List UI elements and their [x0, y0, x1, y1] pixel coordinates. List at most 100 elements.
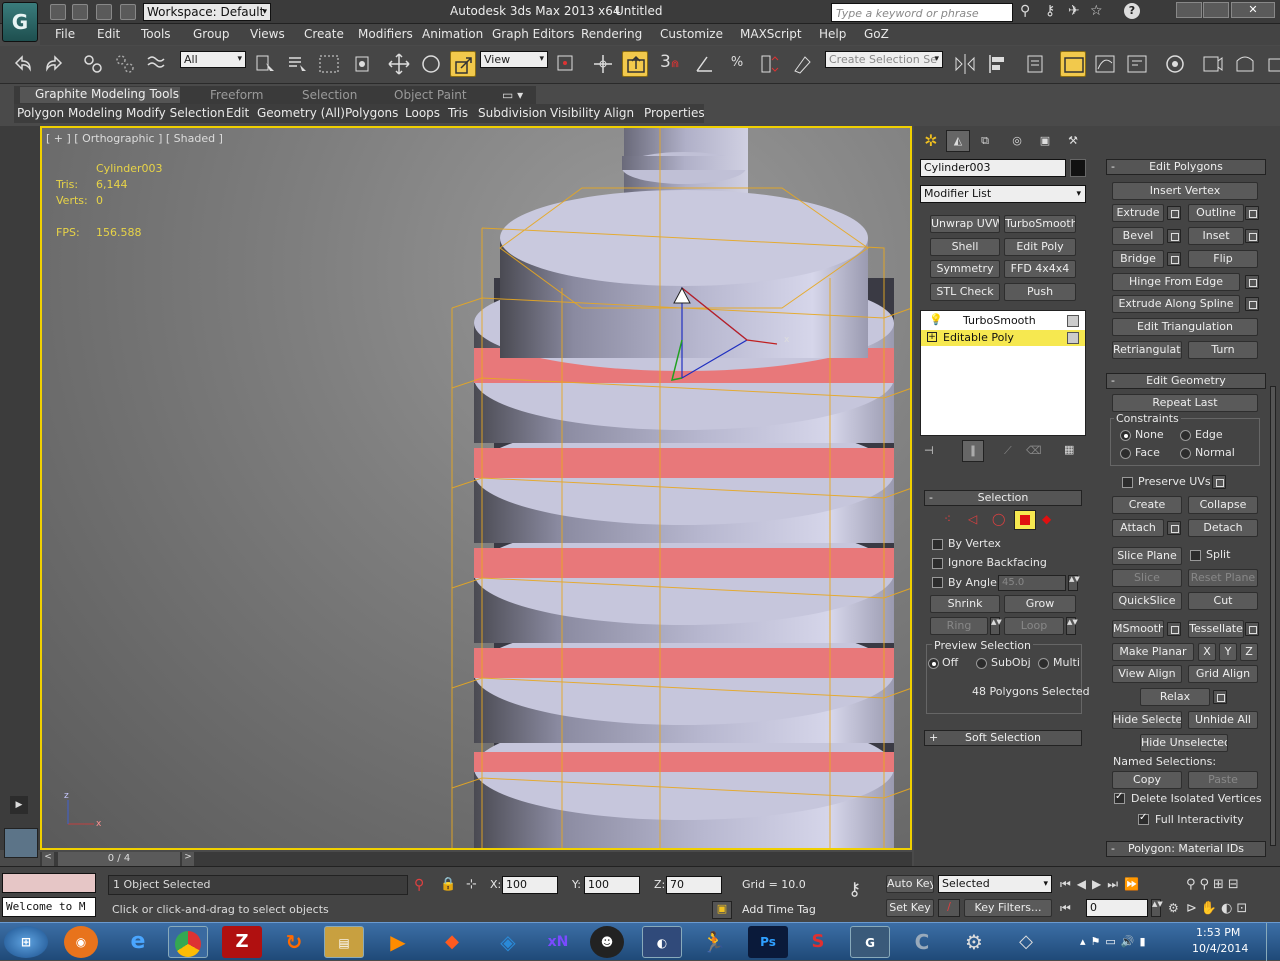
- preview-off-radio[interactable]: [928, 658, 939, 669]
- extrude-button[interactable]: Extrude: [1112, 204, 1164, 222]
- bevel-settings-icon[interactable]: [1167, 229, 1181, 243]
- shrink-button[interactable]: Shrink: [930, 595, 1000, 613]
- search-input[interactable]: Type a keyword or phrase: [831, 3, 1013, 22]
- c-app-icon[interactable]: C: [902, 926, 942, 958]
- repeat-last-button[interactable]: Repeat Last: [1112, 394, 1258, 412]
- photoshop-icon[interactable]: Ps: [748, 926, 788, 958]
- stack-item-turbosmooth[interactable]: 💡 TurboSmooth: [921, 313, 1085, 329]
- stack-toggle-icon[interactable]: [1067, 332, 1079, 344]
- set-key-button[interactable]: Set Key: [886, 899, 934, 917]
- motion-tab-icon[interactable]: ◎: [1006, 130, 1028, 152]
- detach-button[interactable]: Detach: [1188, 519, 1258, 537]
- viewport-pan-orbit-icons[interactable]: ⊳✋◐⊡: [1186, 901, 1251, 916]
- menu-help[interactable]: Help: [819, 27, 846, 41]
- extrude-settings-icon[interactable]: [1167, 206, 1181, 220]
- panel-subdivision[interactable]: Subdivision: [478, 106, 547, 120]
- menu-views[interactable]: Views: [250, 27, 285, 41]
- panel-tris[interactable]: Tris: [448, 106, 468, 120]
- workspace-selector[interactable]: Workspace: Default ▾: [143, 3, 271, 21]
- hinge-from-edge-button[interactable]: Hinge From Edge: [1112, 273, 1240, 291]
- align-icon[interactable]: [984, 51, 1010, 77]
- unity-icon[interactable]: ◇: [1006, 926, 1046, 958]
- constraint-face-radio[interactable]: [1120, 448, 1131, 459]
- inset-settings-icon[interactable]: [1245, 229, 1259, 243]
- insert-vertex-button[interactable]: Insert Vertex: [1112, 182, 1258, 200]
- current-frame-field[interactable]: 0: [1086, 899, 1148, 917]
- preserve-uvs-settings-icon[interactable]: [1212, 475, 1226, 489]
- menu-graph-editors[interactable]: Graph Editors: [492, 27, 574, 41]
- add-time-tag-label[interactable]: Add Time Tag: [742, 903, 816, 916]
- select-and-move-icon[interactable]: [386, 51, 412, 77]
- collapse-button[interactable]: Collapse: [1188, 496, 1258, 514]
- select-and-rotate-icon[interactable]: [418, 51, 444, 77]
- render-production-icon[interactable]: [1262, 51, 1280, 77]
- menu-modifiers[interactable]: Modifiers: [358, 27, 413, 41]
- preview-subobj-radio[interactable]: [976, 658, 987, 669]
- panel-align[interactable]: Align: [604, 106, 634, 120]
- steam-icon[interactable]: ⚙: [954, 926, 994, 958]
- zbrush-icon[interactable]: 🏃: [694, 926, 734, 958]
- element-mode-icon[interactable]: ◆: [1042, 512, 1051, 526]
- isolate-selection-icon[interactable]: ⚲: [414, 877, 424, 893]
- show-desktop-button[interactable]: [1266, 923, 1280, 961]
- border-mode-icon[interactable]: ◯: [992, 512, 1005, 526]
- hide-unselected-button[interactable]: Hide Unselected: [1140, 734, 1228, 752]
- slice-plane-button[interactable]: Slice Plane: [1112, 547, 1182, 565]
- quickslice-button[interactable]: QuickSlice: [1112, 592, 1182, 610]
- hinge-settings-icon[interactable]: [1245, 275, 1259, 289]
- ring-button[interactable]: Ring: [930, 617, 988, 635]
- constraint-edge-radio[interactable]: [1180, 430, 1191, 441]
- menu-file[interactable]: File: [55, 27, 75, 41]
- spinner-snap-icon[interactable]: [756, 51, 782, 77]
- edit-poly-button[interactable]: Edit Poly: [1004, 238, 1076, 256]
- pin-stack-icon[interactable]: ⊣: [924, 444, 934, 457]
- menu-group[interactable]: Group: [193, 27, 230, 41]
- key-mode-toggle-icon[interactable]: ⏮: [1060, 901, 1071, 916]
- sync-app-icon[interactable]: ↻: [274, 926, 314, 958]
- previous-frame-button[interactable]: <: [42, 852, 54, 866]
- modify-tab-icon[interactable]: ◭: [946, 130, 970, 152]
- time-configuration-icon[interactable]: ⚙: [1168, 901, 1179, 915]
- panel-modify-selection[interactable]: Modify Selection: [126, 106, 225, 120]
- set-key-icon[interactable]: ⚷: [848, 879, 861, 900]
- menu-maxscript[interactable]: MAXScript: [740, 27, 802, 41]
- angle-snap-icon[interactable]: [692, 51, 718, 77]
- unhide-all-button[interactable]: Unhide All: [1188, 711, 1258, 729]
- angle-spinner[interactable]: 45.0: [998, 575, 1066, 591]
- tessellate-settings-icon[interactable]: [1245, 622, 1259, 636]
- create-button[interactable]: Create: [1112, 496, 1182, 514]
- substance-icon[interactable]: S: [798, 926, 838, 958]
- selection-rollout-header[interactable]: - Selection: [924, 490, 1082, 506]
- menu-rendering[interactable]: Rendering: [581, 27, 642, 41]
- close-button[interactable]: ✕: [1231, 2, 1275, 18]
- chrome-icon[interactable]: [168, 926, 208, 958]
- undo-icon[interactable]: [10, 51, 36, 77]
- display-tab-icon[interactable]: ▣: [1034, 130, 1056, 152]
- relax-button[interactable]: Relax: [1140, 688, 1210, 706]
- playback-controls-icon[interactable]: ⏮◀▶⏭⏩: [1060, 877, 1145, 892]
- loop-spinner-icon[interactable]: ▲▼: [1066, 617, 1078, 635]
- menu-edit[interactable]: Edit: [97, 27, 120, 41]
- tab-selection[interactable]: Selection: [302, 88, 357, 102]
- planar-z-button[interactable]: Z: [1240, 643, 1258, 661]
- firefox-icon[interactable]: ◉: [64, 926, 98, 958]
- symmetry-button[interactable]: Symmetry: [930, 260, 1000, 278]
- rollout-scrollbar[interactable]: [1270, 386, 1276, 846]
- split-checkbox[interactable]: [1190, 550, 1201, 561]
- menu-create[interactable]: Create: [304, 27, 344, 41]
- menu-customize[interactable]: Customize: [660, 27, 723, 41]
- delete-isolated-checkbox[interactable]: [1114, 791, 1125, 804]
- relax-settings-icon[interactable]: [1213, 690, 1227, 704]
- game-app-icon[interactable]: ☻: [590, 926, 624, 958]
- file-explorer-icon[interactable]: ▤: [324, 926, 364, 958]
- menu-goz[interactable]: GoZ: [864, 27, 889, 41]
- bridge-button[interactable]: Bridge: [1112, 250, 1164, 268]
- redo-icon[interactable]: [41, 51, 67, 77]
- select-and-scale-icon[interactable]: [450, 51, 476, 77]
- start-button-icon[interactable]: ⊞: [4, 926, 48, 958]
- push-button[interactable]: Push: [1004, 283, 1076, 301]
- stl-check-button[interactable]: STL Check: [930, 283, 1000, 301]
- dropbox-icon[interactable]: ◈: [488, 926, 528, 958]
- expand-panel-icon[interactable]: ▶: [10, 796, 28, 814]
- stack-item-editable-poly[interactable]: + Editable Poly: [921, 330, 1085, 346]
